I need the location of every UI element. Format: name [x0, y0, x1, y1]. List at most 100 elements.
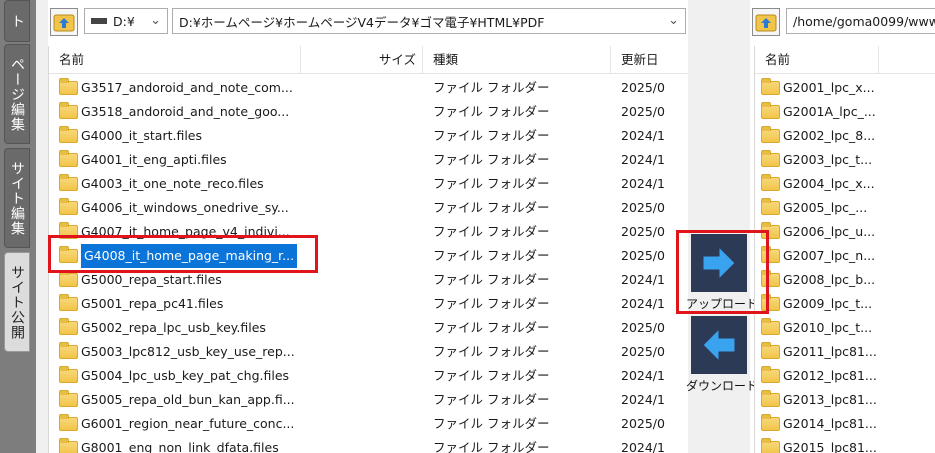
row-type: ファイル フォルダー	[433, 104, 550, 119]
download-button[interactable]	[691, 316, 747, 374]
remote-file-list[interactable]: 名前 G2001_lpc_x... G2001A_lpc_... G2002_lpc…	[754, 46, 935, 453]
row-type: ファイル フォルダー	[433, 392, 550, 407]
table-row[interactable]: G8001_eng_non_link_dfata.files ファイル フォルダー…	[49, 436, 688, 453]
row-name: G3518_andoroid_and_note_goo...	[81, 104, 290, 119]
list-item[interactable]: G2003_lpc_t...	[755, 148, 935, 172]
folder-icon	[761, 150, 780, 167]
list-item[interactable]: G2001A_lpc_...	[755, 100, 935, 124]
folder-icon	[761, 126, 780, 143]
column-name[interactable]: 名前	[49, 46, 301, 74]
local-up-folder-button[interactable]	[50, 8, 78, 36]
row-name: G5002_repa_lpc_usb_key.files	[81, 320, 266, 335]
row-name: G5005_repa_old_bun_kan_app.fi...	[81, 392, 295, 407]
list-item[interactable]: G2004_lpc_x...	[755, 172, 935, 196]
row-name: G2012_lpc81...	[783, 368, 877, 383]
row-name: G5003_lpc812_usb_key_use_rep...	[81, 344, 295, 359]
left-margin	[36, 0, 48, 453]
row-name: G2003_lpc_t...	[783, 152, 873, 167]
folder-icon	[761, 414, 780, 431]
tab-site-publish[interactable]: サイト公開	[4, 252, 30, 352]
list-item[interactable]: G2010_lpc_t...	[755, 316, 935, 340]
list-item[interactable]: G2008_lpc_b...	[755, 268, 935, 292]
folder-icon	[761, 342, 780, 359]
table-row[interactable]: G3518_andoroid_and_note_goo... ファイル フォルダー…	[49, 100, 688, 124]
row-name: G2006_lpc_u...	[783, 224, 876, 239]
folder-icon	[59, 318, 78, 335]
folder-icon	[59, 270, 78, 287]
row-name: G4000_it_start.files	[81, 128, 203, 143]
folder-icon	[59, 102, 78, 119]
row-type: ファイル フォルダー	[433, 248, 550, 263]
row-name: G4003_it_one_note_reco.files	[81, 176, 264, 191]
folder-icon	[59, 126, 78, 143]
column-type[interactable]: 種類	[423, 46, 611, 74]
folder-icon	[59, 294, 78, 311]
row-name: G2014_lpc81...	[783, 416, 877, 431]
drive-icon	[91, 18, 107, 24]
row-type: ファイル フォルダー	[433, 152, 550, 167]
row-name: G2001A_lpc_...	[783, 104, 876, 119]
list-item[interactable]: G2014_lpc81...	[755, 412, 935, 436]
column-size[interactable]: サイズ	[301, 46, 423, 74]
list-item[interactable]: G2002_lpc_8...	[755, 124, 935, 148]
row-name: G2015_lpc81...	[783, 440, 877, 453]
list-item[interactable]: G2015_lpc81...	[755, 436, 935, 453]
remote-path-select[interactable]: /home/goma0099/www	[786, 8, 935, 34]
table-row[interactable]: G4001_it_eng_apti.files ファイル フォルダー 2024/1	[49, 148, 688, 172]
table-row[interactable]: G4003_it_one_note_reco.files ファイル フォルダー 20…	[49, 172, 688, 196]
row-name: G2007_lpc_n...	[783, 248, 876, 263]
list-item[interactable]: G2005_lpc_...	[755, 196, 935, 220]
list-item[interactable]: G2001_lpc_x...	[755, 76, 935, 100]
folder-icon	[761, 390, 780, 407]
row-name: G4006_it_windows_onedrive_sy...	[81, 200, 289, 215]
row-date: 2024/1	[621, 440, 665, 453]
row-date: 2025/0	[621, 320, 665, 335]
table-row[interactable]: G3517_andoroid_and_note_com... ファイル フォルダー…	[49, 76, 688, 100]
arrow-left-icon	[702, 328, 736, 362]
table-row[interactable]: G5002_repa_lpc_usb_key.files ファイル フォルダー 20…	[49, 316, 688, 340]
list-item[interactable]: G2009_lpc_t...	[755, 292, 935, 316]
table-row[interactable]: G5005_repa_old_bun_kan_app.fi... ファイル フォル…	[49, 388, 688, 412]
row-name: G2005_lpc_...	[783, 200, 868, 215]
row-type: ファイル フォルダー	[433, 416, 550, 431]
row-date: 2025/0	[621, 80, 665, 95]
chevron-down-icon: ⌄	[150, 13, 161, 28]
row-name: G5001_repa_pc41.files	[81, 296, 224, 311]
folder-up-icon	[755, 14, 777, 32]
download-label: ダウンロード	[686, 379, 759, 393]
row-type: ファイル フォルダー	[433, 272, 550, 287]
row-name: G2009_lpc_t...	[783, 296, 873, 311]
row-type: ファイル フォルダー	[433, 128, 550, 143]
row-name: G2011_lpc81...	[783, 344, 877, 359]
tab-partial[interactable]: ト	[4, 0, 30, 42]
list-item[interactable]: G2006_lpc_u...	[755, 220, 935, 244]
folder-icon	[59, 150, 78, 167]
list-item[interactable]: G2007_lpc_n...	[755, 244, 935, 268]
table-row[interactable]: G4006_it_windows_onedrive_sy... ファイル フォルダ…	[49, 196, 688, 220]
row-name: G4001_it_eng_apti.files	[81, 152, 227, 167]
remote-up-folder-button[interactable]	[752, 8, 780, 36]
row-date: 2025/0	[621, 344, 665, 359]
column-header: 名前	[755, 46, 935, 74]
row-date: 2024/1	[621, 128, 665, 143]
drive-select[interactable]: D:¥ ⌄	[84, 8, 168, 34]
column-date[interactable]: 更新日	[611, 46, 688, 74]
table-row[interactable]: G6001_region_near_future_conc... ファイル フォル…	[49, 412, 688, 436]
local-path-select[interactable]: D:¥ホームページ¥ホームページV4データ¥ゴマ電子¥HTML¥PDF ⌄	[172, 8, 686, 34]
folder-icon	[761, 438, 780, 453]
list-item[interactable]: G2012_lpc81...	[755, 364, 935, 388]
table-row[interactable]: G5004_lpc_usb_key_pat_chg.files ファイル フォルダ…	[49, 364, 688, 388]
folder-icon	[59, 174, 78, 191]
row-type: ファイル フォルダー	[433, 344, 550, 359]
list-item[interactable]: G2011_lpc81...	[755, 340, 935, 364]
table-row[interactable]: G5001_repa_pc41.files ファイル フォルダー 2024/1	[49, 292, 688, 316]
tab-site-edit[interactable]: サイト編集	[4, 148, 30, 248]
row-type: ファイル フォルダー	[433, 224, 550, 239]
list-item[interactable]: G2013_lpc81...	[755, 388, 935, 412]
row-date: 2025/0	[621, 104, 665, 119]
column-name[interactable]: 名前	[755, 46, 879, 74]
tab-page-edit[interactable]: ページ編集	[4, 44, 30, 144]
table-row[interactable]: G4000_it_start.files ファイル フォルダー 2024/1	[49, 124, 688, 148]
table-row[interactable]: G5003_lpc812_usb_key_use_rep... ファイル フォルダ…	[49, 340, 688, 364]
folder-icon	[59, 390, 78, 407]
